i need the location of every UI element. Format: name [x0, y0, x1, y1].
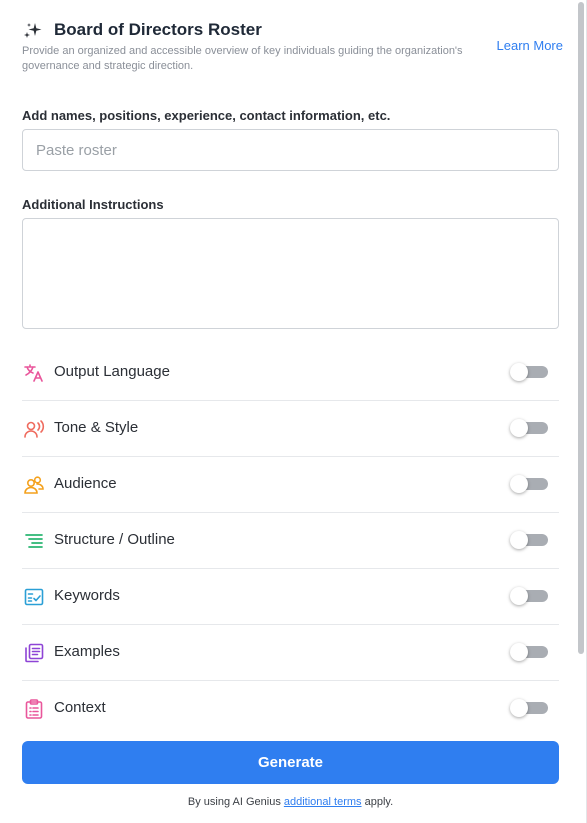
- generate-button[interactable]: Generate: [22, 741, 559, 784]
- terms-prefix: By using AI Genius: [187, 796, 284, 808]
- instructions-textarea[interactable]: [22, 218, 559, 329]
- keywords-toggle[interactable]: [510, 587, 548, 605]
- roster-label: Add names, positions, experience, contac…: [22, 108, 391, 123]
- output-language-toggle[interactable]: [510, 363, 548, 381]
- instructions-label: Additional Instructions: [22, 197, 164, 212]
- sparkle-icon: [24, 23, 42, 38]
- page-subtitle: Provide an organized and accessible over…: [22, 45, 463, 72]
- additional-terms-link[interactable]: additional terms: [284, 796, 362, 808]
- page-title: Board of Directors Roster: [54, 20, 262, 39]
- scrollbar[interactable]: [578, 2, 584, 654]
- option-examples[interactable]: Examples: [22, 625, 559, 681]
- roster-input[interactable]: [22, 129, 559, 171]
- option-output-language[interactable]: Output Language: [22, 345, 559, 401]
- option-label: Audience: [54, 475, 117, 492]
- users-icon: [24, 476, 44, 494]
- options-list: Output Language Tone & Style Audience St…: [22, 345, 559, 736]
- terms-notice: By using AI Genius additional terms appl…: [0, 796, 581, 808]
- option-label: Output Language: [54, 363, 170, 380]
- terms-suffix: apply.: [361, 796, 394, 808]
- documents-icon: [25, 643, 44, 663]
- option-label: Keywords: [54, 587, 120, 604]
- translate-icon: [24, 364, 43, 382]
- option-audience[interactable]: Audience: [22, 457, 559, 513]
- option-label: Examples: [54, 643, 120, 660]
- option-tone-style[interactable]: Tone & Style: [22, 401, 559, 457]
- learn-more-link[interactable]: Learn More: [497, 38, 563, 53]
- option-label: Tone & Style: [54, 419, 139, 436]
- context-toggle[interactable]: [510, 699, 548, 717]
- tone-style-toggle[interactable]: [510, 419, 548, 437]
- tool-panel: Board of Directors Roster Provide an org…: [0, 0, 587, 823]
- option-structure-outline[interactable]: Structure / Outline: [22, 513, 559, 569]
- examples-toggle[interactable]: [510, 643, 548, 661]
- option-label: Structure / Outline: [54, 531, 175, 548]
- clipboard-icon: [25, 699, 43, 719]
- option-keywords[interactable]: Keywords: [22, 569, 559, 625]
- structure-outline-toggle[interactable]: [510, 531, 548, 549]
- option-context[interactable]: Context: [22, 681, 559, 736]
- option-label: Context: [54, 699, 106, 716]
- voice-icon: [24, 420, 45, 438]
- outline-icon: [25, 534, 43, 548]
- checklist-icon: [24, 588, 44, 606]
- audience-toggle[interactable]: [510, 475, 548, 493]
